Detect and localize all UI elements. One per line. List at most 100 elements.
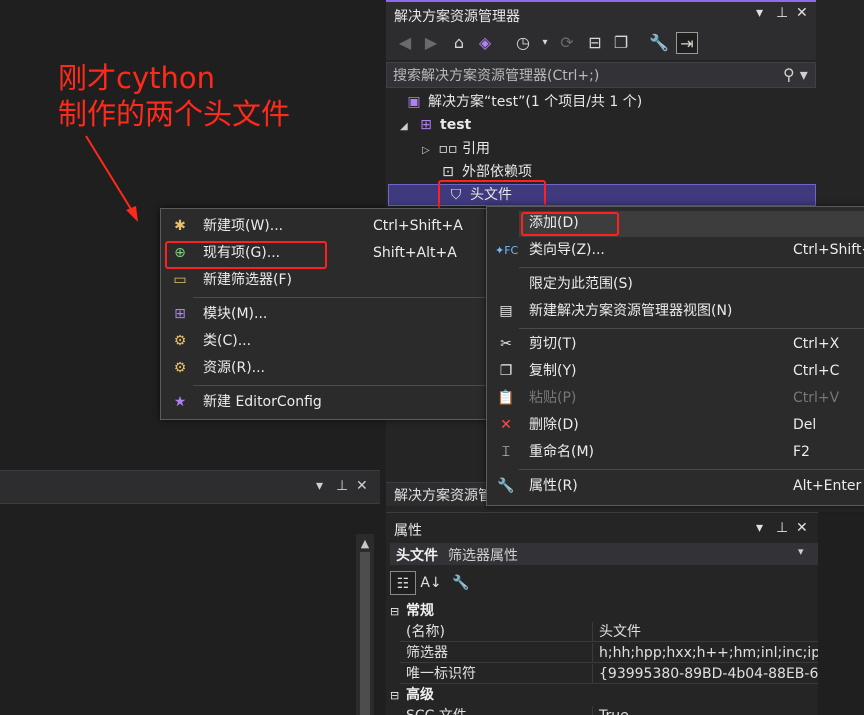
annotation-line: 刚才cython: [58, 61, 215, 95]
property-value[interactable]: {93995380-89BD-4b04-88EB-62: [592, 664, 818, 683]
menu-item-shortcut: Ctrl+X: [793, 336, 840, 352]
menu-item-new-explorer-view[interactable]: ▤ 新建解决方案资源管理器视图(N): [487, 298, 864, 325]
close-icon[interactable]: ✕: [796, 5, 808, 21]
menu-item-label: 复制(Y): [529, 363, 577, 379]
back-icon[interactable]: ◀: [394, 32, 416, 54]
wrench-icon[interactable]: 🔧: [648, 32, 670, 54]
pin-icon[interactable]: ⊥: [336, 478, 348, 494]
tree-item-label: test: [440, 117, 472, 133]
menu-item-scope-to-this[interactable]: 限定为此范围(S): [487, 271, 864, 298]
menu-item-delete[interactable]: ✕ 删除(D) Del: [487, 412, 864, 439]
menu-item-paste[interactable]: 📋 粘贴(P) Ctrl+V: [487, 385, 864, 412]
vertical-scrollbar[interactable]: ▲: [356, 534, 374, 715]
menu-item-label: 模块(M)...: [203, 306, 268, 322]
menu-item-label: 删除(D): [529, 417, 579, 433]
menu-item-new-filter[interactable]: ▭ 新建筛选器(F): [161, 267, 488, 294]
menu-item-new-editorconfig[interactable]: ★ 新建 EditorConfig: [161, 389, 488, 416]
annotation-line: 制作的两个头文件: [58, 97, 291, 131]
solution-explorer-toolbar: ◀ ▶ ⌂ ◈ ◷ ▾ ⟳ ⊟ ❐ 🔧 ⇥: [386, 28, 816, 60]
tree-item-label: 外部依赖项: [462, 164, 532, 180]
tree-item-solution[interactable]: ▣ 解决方案“test”(1 个项目/共 1 个): [404, 91, 642, 114]
property-name: SCC 文件: [406, 706, 590, 715]
collapsed-triangle-icon[interactable]: ▷: [422, 139, 438, 162]
menu-item-label: 重命名(M): [529, 444, 595, 460]
annotation-text: 刚才cython 制作的两个头文件: [58, 60, 290, 132]
close-icon[interactable]: ✕: [356, 478, 368, 494]
dropdown-arrow-icon[interactable]: ▾: [756, 520, 763, 536]
menu-item-copy[interactable]: ❐ 复制(Y) Ctrl+C: [487, 358, 864, 385]
menu-item-label: 新建项(W)...: [203, 218, 284, 234]
property-row[interactable]: 唯一标识符 {93995380-89BD-4b04-88EB-62: [400, 664, 818, 684]
menu-item-label: 类(C)...: [203, 333, 252, 349]
chevron-down-icon[interactable]: ▾: [534, 32, 556, 54]
chevron-down-icon[interactable]: ▾: [798, 545, 804, 558]
class-icon: ⚙: [173, 333, 187, 349]
home-icon[interactable]: ⌂: [448, 32, 470, 54]
menu-item-shortcut: Shift+Alt+A: [373, 245, 457, 261]
vs-switch-view-icon[interactable]: ◈: [474, 32, 496, 54]
collapse-all-icon[interactable]: ⊟: [584, 32, 606, 54]
menu-item-class-wizard[interactable]: ✦FC 类向导(Z)... Ctrl+Shift+X: [487, 237, 864, 264]
references-icon: ▫▫: [438, 141, 458, 157]
panel-title: 属性: [394, 523, 422, 539]
collapse-icon[interactable]: ⊟: [390, 602, 402, 622]
properties-object-selector[interactable]: 头文件 筛选器属性 ▾: [390, 543, 818, 565]
menu-item-class[interactable]: ⚙ 类(C)...: [161, 328, 488, 355]
menu-item-label: 限定为此范围(S): [529, 276, 633, 292]
property-value[interactable]: h;hh;hpp;hxx;h++;hm;inl;inc;ipp: [592, 643, 818, 662]
class-wizard-icon: ✦FC: [495, 244, 519, 257]
editorconfig-icon: ★: [173, 394, 187, 410]
solution-explorer-search[interactable]: ⚲ ▾: [386, 62, 816, 88]
scroll-up-icon[interactable]: ▲: [356, 537, 374, 550]
menu-item-shortcut: Ctrl+V: [793, 390, 840, 406]
resource-icon: ⚙: [173, 360, 187, 376]
menu-separator: [193, 385, 487, 386]
dropdown-arrow-icon[interactable]: ▾: [756, 5, 763, 21]
menu-item-label: 资源(R)...: [203, 360, 266, 376]
menu-separator: [193, 297, 487, 298]
menu-item-label: 新建 EditorConfig: [203, 394, 322, 410]
menu-item-shortcut: Alt+Enter: [793, 478, 862, 494]
pin-icon[interactable]: ⊥: [776, 5, 788, 21]
menu-item-resource[interactable]: ⚙ 资源(R)...: [161, 355, 488, 382]
property-name: (名称): [406, 624, 445, 640]
menu-item-label: 新建解决方案资源管理器视图(N): [529, 303, 733, 319]
refresh-icon[interactable]: ⟳: [556, 32, 578, 54]
annotation-highlight-box: [165, 241, 327, 269]
menu-item-module[interactable]: ⊞ 模块(M)...: [161, 301, 488, 328]
expanded-triangle-icon[interactable]: ◢: [400, 115, 416, 138]
pin-icon[interactable]: ⊥: [776, 520, 788, 536]
new-item-icon: ✱: [174, 218, 186, 234]
object-type: 筛选器属性: [448, 548, 518, 564]
close-icon[interactable]: ✕: [796, 520, 808, 536]
property-category-general[interactable]: ⊟ 常规: [386, 601, 818, 621]
search-input[interactable]: [393, 66, 773, 86]
pending-changes-icon[interactable]: ◷: [512, 32, 534, 54]
property-row[interactable]: SCC 文件 True: [400, 706, 818, 715]
dropdown-arrow-icon[interactable]: ▾: [316, 478, 323, 494]
menu-item-properties[interactable]: 🔧 属性(R) Alt+Enter: [487, 473, 864, 500]
alphabetical-icon[interactable]: A↓: [418, 571, 444, 595]
property-row[interactable]: (名称) 头文件: [400, 622, 818, 642]
bottom-panel-header: ▾ ⊥ ✕: [0, 471, 380, 504]
property-row[interactable]: 筛选器 h;hh;hpp;hxx;h++;hm;inl;inc;ipp: [400, 643, 818, 663]
tree-item-references[interactable]: ▷ ▫▫ 引用: [422, 138, 490, 161]
tree-item-project[interactable]: ◢ ⊞ test: [400, 114, 471, 137]
menu-item-rename[interactable]: ⌶ 重命名(M) F2: [487, 439, 864, 466]
object-name: 头文件: [396, 548, 438, 564]
tab-solution-explorer[interactable]: 解决方案资源管: [394, 485, 492, 505]
menu-item-cut[interactable]: ✂ 剪切(T) Ctrl+X: [487, 331, 864, 358]
menu-item-new-item[interactable]: ✱ 新建项(W)... Ctrl+Shift+A: [161, 213, 488, 240]
forward-icon[interactable]: ▶: [420, 32, 442, 54]
categorized-icon[interactable]: ☷: [390, 571, 416, 595]
property-value[interactable]: 头文件: [592, 622, 818, 641]
panel-title: 解决方案资源管理器: [394, 9, 520, 25]
search-icon[interactable]: ⚲ ▾: [783, 65, 808, 84]
collapse-icon[interactable]: ⊟: [390, 686, 402, 706]
property-pages-icon[interactable]: 🔧: [448, 571, 474, 595]
preview-icon[interactable]: ⇥: [676, 32, 698, 54]
show-all-files-icon[interactable]: ❐: [610, 32, 632, 54]
property-category-advanced[interactable]: ⊟ 高级: [386, 685, 818, 705]
scroll-thumb[interactable]: [360, 552, 370, 715]
property-value[interactable]: True: [592, 706, 818, 715]
